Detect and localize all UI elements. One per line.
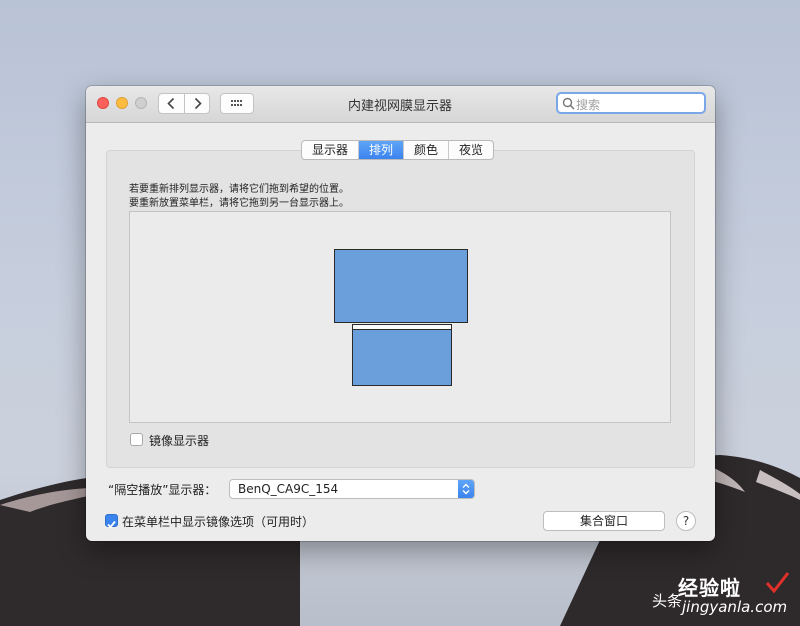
back-button[interactable] (159, 94, 185, 113)
mirror-displays-label: 镜像显示器 (149, 434, 210, 448)
select-arrows-icon (458, 480, 474, 498)
tab-arrangement[interactable]: 排列 (359, 141, 405, 159)
arrangement-instruction-1: 若要重新排列显示器，请将它们拖到希望的位置。 (129, 184, 349, 195)
forward-button[interactable] (185, 94, 210, 113)
chevron-left-icon (167, 97, 175, 110)
watermark-url: jingyanla.com (682, 598, 788, 616)
watermark-brand: 经验啦 (678, 576, 741, 600)
close-window-button[interactable] (97, 97, 109, 109)
system-preferences-window: 内建视网膜显示器 搜索 若要重新排列显示器，请将它们拖到希望的位置。 要重新放置… (86, 86, 715, 541)
search-placeholder: 搜索 (576, 98, 601, 112)
mirror-displays-checkbox[interactable] (130, 433, 143, 446)
menu-bar-handle[interactable] (353, 325, 451, 330)
show-mirroring-options-checkbox[interactable] (105, 514, 118, 529)
gather-windows-button[interactable]: 集合窗口 (543, 511, 665, 531)
airplay-display-label: “隔空播放”显示器： (108, 483, 217, 497)
navigation-buttons (158, 93, 210, 114)
checkmark-icon (107, 520, 116, 529)
help-button[interactable]: ? (676, 511, 696, 531)
airplay-display-select[interactable]: BenQ_CA9C_154 (229, 479, 475, 499)
airplay-display-value: BenQ_CA9C_154 (238, 482, 339, 496)
window-title: 内建视网膜显示器 (347, 99, 452, 114)
tab-color[interactable]: 颜色 (404, 141, 450, 159)
watermark-check-icon (765, 572, 790, 594)
watermark-prefix: 头条 (652, 592, 683, 610)
display-builtin[interactable] (352, 324, 452, 386)
show-mirroring-options-label: 在菜单栏中显示镜像选项（可用时） (122, 515, 315, 529)
display-arrangement-area (129, 211, 671, 423)
minimize-window-button[interactable] (116, 97, 128, 109)
search-icon (562, 97, 575, 110)
chevron-right-icon (194, 97, 202, 110)
tab-bar: 显示器 排列 颜色 夜览 (301, 140, 495, 160)
search-field[interactable]: 搜索 (556, 92, 706, 114)
grid-icon (231, 100, 242, 106)
arrangement-instruction-2: 要重新放置菜单栏，请将它拖到另一台显示器上。 (129, 198, 349, 209)
tab-displays[interactable]: 显示器 (302, 141, 360, 159)
show-all-button[interactable] (220, 93, 254, 114)
title-bar: 内建视网膜显示器 搜索 (86, 86, 715, 123)
watermark: 经验啦 头条 jingyanla.com (652, 570, 792, 620)
zoom-window-button[interactable] (135, 97, 147, 109)
tab-night-shift[interactable]: 夜览 (449, 141, 493, 159)
display-external[interactable] (334, 249, 468, 323)
